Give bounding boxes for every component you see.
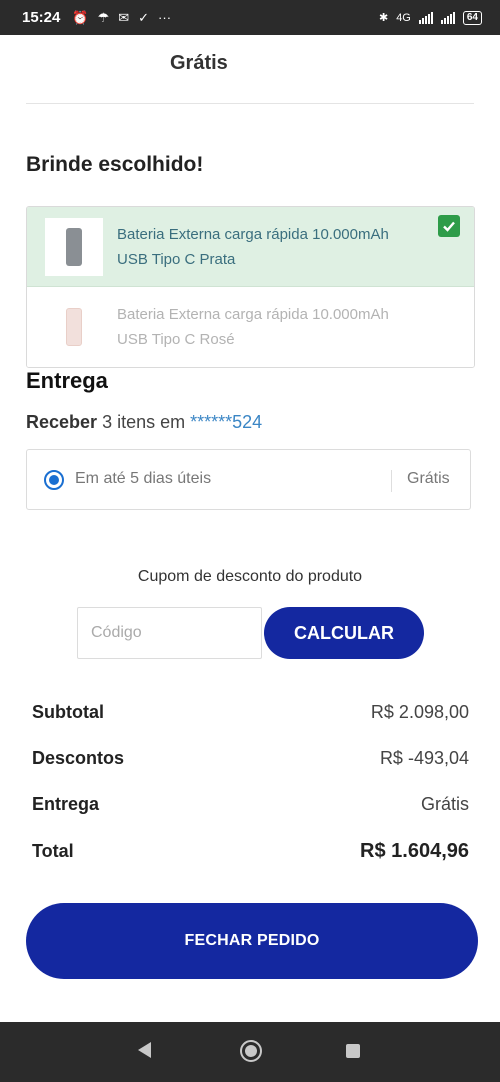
gift-item-variant: USB Tipo C Prata	[117, 250, 236, 268]
gift-item-unselected[interactable]: Bateria Externa carga rápida 10.000mAh U…	[27, 287, 474, 367]
status-time: 15:24	[22, 9, 61, 26]
alarm-icon: ⏰	[72, 9, 89, 25]
gift-item-text: Bateria Externa carga rápida 10.000mAh U…	[117, 302, 389, 352]
gift-item-variant: USB Tipo C Rosé	[117, 331, 235, 348]
discount-value: R$ -493,04	[379, 748, 469, 768]
delivery-title: Entrega	[26, 368, 108, 393]
powerbank-image	[66, 227, 82, 266]
divider	[26, 103, 474, 104]
checkout-button[interactable]: FECHAR PEDIDO	[26, 903, 478, 979]
subtotal-value: R$ 2.098,00	[370, 702, 469, 722]
battery-icon: 64	[462, 10, 482, 25]
gift-item-name: Bateria Externa carga rápida 10.000mAh	[117, 225, 389, 243]
shipping-value: Grátis	[420, 794, 469, 814]
gift-list: Bateria Externa carga rápida 10.000mAh U…	[26, 206, 475, 368]
discount-label: Descontos	[32, 748, 125, 768]
shipping-option-label: Em até 5 dias úteis	[75, 470, 212, 487]
navigation-bar	[0, 1022, 500, 1082]
check-icon: ✓	[138, 9, 150, 25]
coupon-title: Cupom de desconto do produto	[137, 568, 363, 585]
coupon-input[interactable]	[77, 607, 262, 659]
more-icon: ···	[158, 10, 172, 25]
shipping-label: Entrega	[32, 794, 100, 814]
subtotal-row: Subtotal R$ 2.098,00	[32, 702, 469, 723]
subtotal-label: Subtotal	[32, 702, 104, 722]
total-value: R$ 1.604,96	[360, 840, 469, 862]
product-thumbnail	[45, 217, 103, 276]
gift-item-name: Bateria Externa carga rápida 10.000mAh	[117, 306, 389, 323]
gift-item-text: Bateria Externa carga rápida 10.000mAh U…	[117, 222, 389, 272]
system-icons: ✱ 4G 64	[378, 10, 482, 25]
gift-title: Brinde escolhido!	[26, 153, 204, 176]
delivery-address-link[interactable]: ******524	[190, 412, 262, 432]
shipping-option[interactable]: Em até 5 dias úteis Grátis	[26, 449, 471, 510]
recent-apps-icon[interactable]	[346, 1044, 360, 1058]
discount-row: Descontos R$ -493,04	[32, 748, 469, 769]
shipping-price-header: Grátis	[170, 52, 228, 74]
shipping-option-price: Grátis	[407, 470, 450, 487]
shipping-row: Entrega Grátis	[32, 794, 469, 815]
status-bar: 15:24 ⏰ ☂ ✉ ✓ ··· ✱ 4G 64	[0, 0, 500, 35]
bluetooth-icon: ✱	[378, 12, 389, 24]
receive-count: 3 itens em	[102, 412, 186, 432]
radio-selected-icon[interactable]	[44, 470, 64, 490]
checkbox-checked-icon[interactable]	[438, 215, 460, 237]
powerbank-image	[66, 308, 82, 346]
weather-icon: ☂	[97, 9, 110, 25]
home-icon[interactable]	[240, 1040, 262, 1062]
signal-icon-2	[440, 11, 455, 24]
notification-icons: ⏰ ☂ ✉ ✓ ···	[72, 10, 171, 26]
signal-icon	[418, 11, 433, 24]
separator	[391, 470, 392, 492]
calculate-button[interactable]: CALCULAR	[264, 607, 424, 659]
network-label: 4G	[396, 11, 411, 24]
gift-item-selected[interactable]: Bateria Externa carga rápida 10.000mAh U…	[27, 207, 474, 287]
back-icon[interactable]	[138, 1042, 151, 1058]
receive-prefix: Receber	[26, 412, 98, 432]
total-label: Total	[32, 841, 74, 861]
total-row: Total R$ 1.604,96	[32, 840, 469, 863]
mail-icon: ✉	[118, 9, 130, 25]
product-thumbnail	[45, 298, 103, 356]
delivery-summary: Receber 3 itens em ******524	[26, 412, 262, 433]
